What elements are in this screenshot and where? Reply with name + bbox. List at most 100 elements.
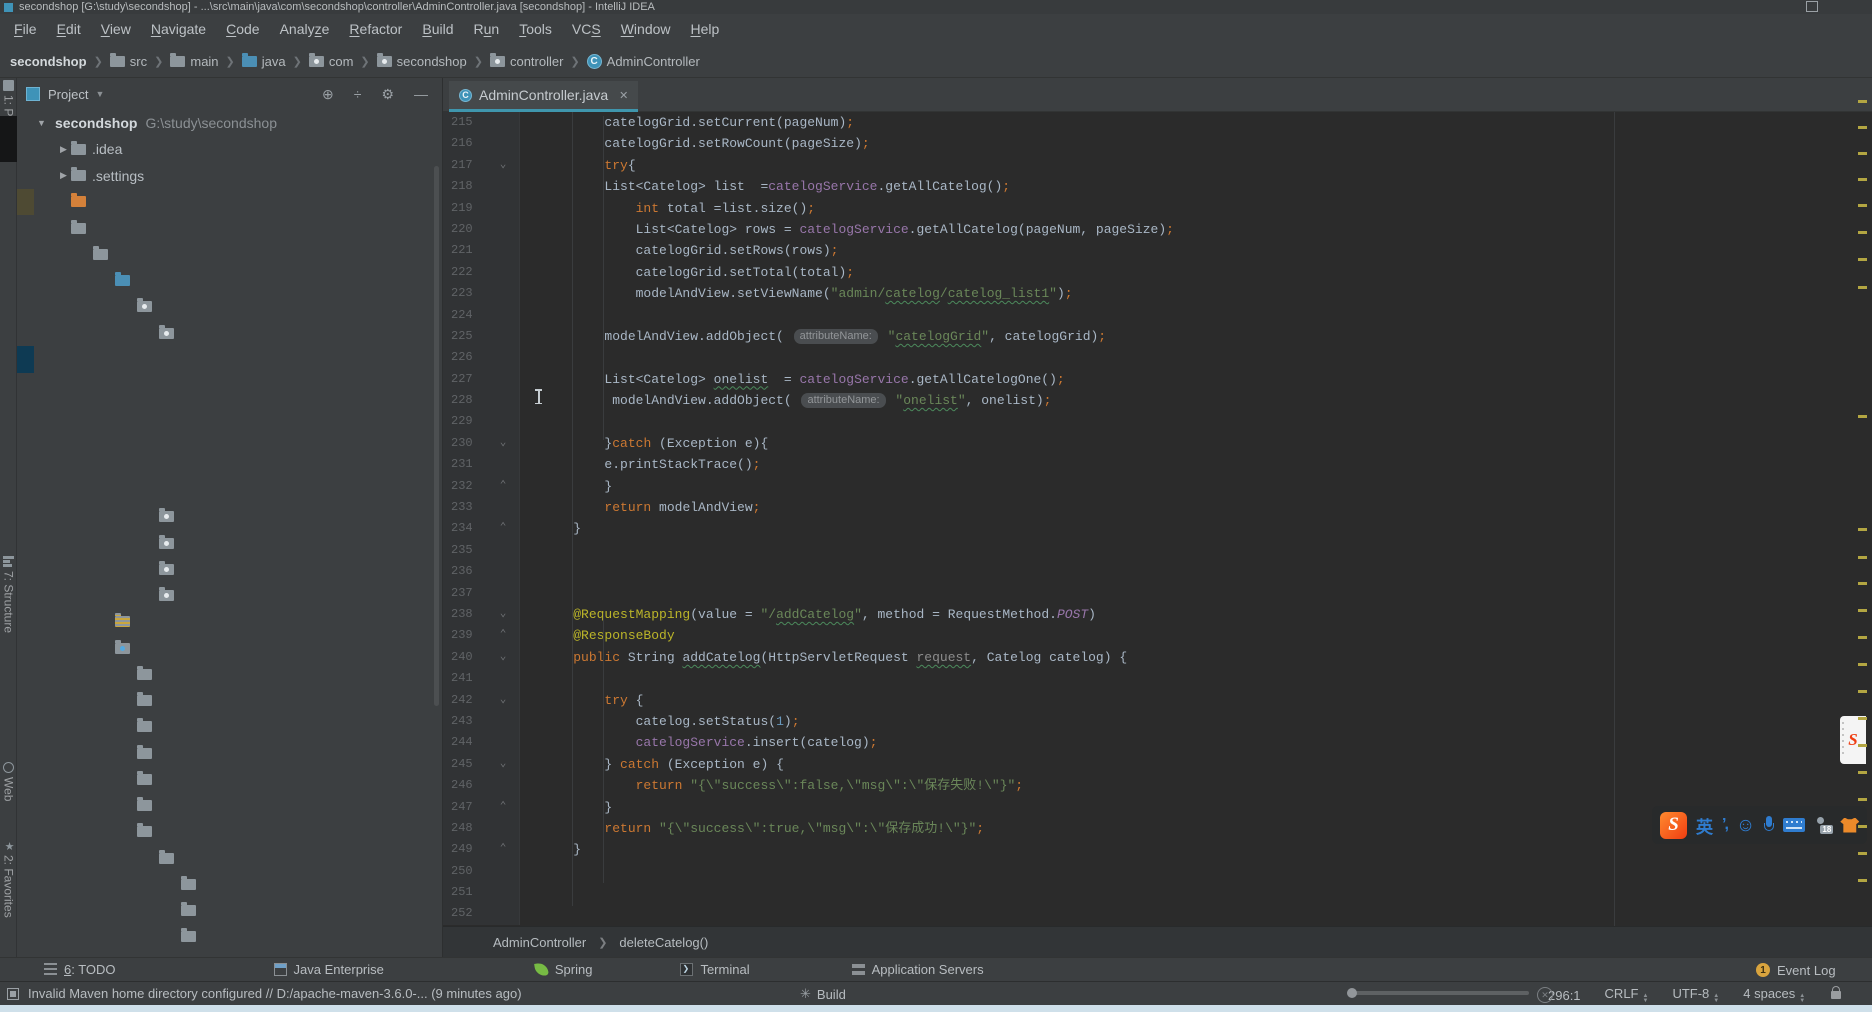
toolwindow-terminal[interactable]: Terminal [680, 962, 749, 977]
tab-admincontroller[interactable]: C AdminController.java ✕ [449, 81, 638, 112]
fold-end-icon[interactable]: ⌃ [487, 476, 519, 497]
cancel-progress-icon[interactable]: ✕ [1537, 987, 1553, 1003]
code-line-226[interactable]: 226 [443, 347, 1872, 368]
breadcrumb-item-java[interactable]: java [242, 54, 286, 69]
status-message[interactable]: Invalid Maven home directory configured … [28, 986, 522, 1001]
build-status[interactable]: ✳ Build [800, 986, 846, 1002]
breadcrumb-class[interactable]: AdminController [493, 935, 586, 950]
breadcrumb-item-com[interactable]: com [309, 54, 354, 69]
menu-code[interactable]: Code [216, 21, 269, 37]
code-line-232[interactable]: 232⌃ } [443, 476, 1872, 497]
code-line-241[interactable]: 241 [443, 668, 1872, 689]
sogou-logo-icon[interactable]: S [1660, 812, 1687, 839]
chevron-down-icon[interactable]: ▼ [34, 118, 49, 128]
code-line-245[interactable]: 245⌄ } catch (Exception e) { [443, 754, 1872, 775]
error-stripe-mark[interactable] [1858, 204, 1867, 207]
code-line-216[interactable]: 216 catelogGrid.setRowCount(pageSize); [443, 133, 1872, 154]
chevron-right-icon[interactable]: ▶ [56, 144, 71, 155]
menu-run[interactable]: Run [464, 21, 510, 37]
tree-item-secondshop[interactable]: ▼secondshopG:\study\secondshop [17, 110, 442, 136]
toolwindow-6-todo[interactable]: 6: TODO [44, 962, 116, 977]
menu-navigate[interactable]: Navigate [141, 21, 216, 37]
error-stripe-mark[interactable] [1858, 231, 1867, 234]
ime-microphone-icon[interactable] [1764, 816, 1774, 834]
code-line-220[interactable]: 220 List<Catelog> rows = catelogService.… [443, 219, 1872, 240]
chevron-right-icon[interactable]: ▶ [56, 170, 71, 181]
ime-language-toggle[interactable]: 英 [1696, 813, 1713, 838]
error-stripe-mark[interactable] [1858, 744, 1867, 747]
code-line-234[interactable]: 234⌃ } [443, 518, 1872, 539]
error-stripe-mark[interactable] [1858, 690, 1867, 693]
breadcrumb-item-src[interactable]: src [110, 54, 147, 69]
fold-expanded-icon[interactable]: ⌄ [487, 690, 519, 711]
event-log-button[interactable]: 1 Event Log [1756, 958, 1836, 982]
code-line-252[interactable]: 252 [443, 903, 1872, 924]
tree-item-.settings[interactable]: ▶.settings [17, 163, 442, 189]
tree-scrollbar[interactable] [434, 166, 439, 706]
breadcrumb-item-secondshop[interactable]: secondshop [10, 54, 87, 69]
code-line-227[interactable]: 227 List<Catelog> onelist = catelogServi… [443, 369, 1872, 390]
toolwindow-java-enterprise[interactable]: Java Enterprise [274, 962, 384, 977]
error-stripe-mark[interactable] [1858, 798, 1867, 801]
breadcrumb-item-AdminController[interactable]: CAdminController [587, 54, 700, 69]
code-line-251[interactable]: 251 [443, 882, 1872, 903]
code-line-237[interactable]: 237 [443, 583, 1872, 604]
settings-gear-icon[interactable]: ⚙ [381, 86, 394, 103]
fold-expanded-icon[interactable]: ⌄ [487, 155, 519, 176]
error-stripe-mark[interactable] [1858, 286, 1867, 289]
fold-end-icon[interactable]: ⌃ [487, 518, 519, 539]
fold-expanded-icon[interactable]: ⌄ [487, 604, 519, 625]
error-stripe-mark[interactable] [1858, 178, 1867, 181]
code-line-240[interactable]: 240⌄ public String addCatelog(HttpServle… [443, 647, 1872, 668]
encoding-select[interactable]: UTF-8▲▼ [1672, 986, 1719, 1004]
menu-view[interactable]: View [91, 21, 141, 37]
ime-keyboard-icon[interactable] [1783, 818, 1805, 832]
code-line-244[interactable]: 244 catelogService.insert(catelog); [443, 732, 1872, 753]
breadcrumb-item-secondshop[interactable]: secondshop [377, 54, 467, 69]
menu-refactor[interactable]: Refactor [339, 21, 412, 37]
code-line-219[interactable]: 219 int total =list.size(); [443, 198, 1872, 219]
indent-select[interactable]: 4 spaces▲▼ [1743, 986, 1805, 1004]
fold-expanded-icon[interactable]: ⌄ [487, 754, 519, 775]
ime-skin-person-icon[interactable] [1814, 817, 1831, 834]
code-line-231[interactable]: 231 e.printStackTrace(); [443, 454, 1872, 475]
code-line-235[interactable]: 235 [443, 540, 1872, 561]
code-line-221[interactable]: 221 catelogGrid.setRows(rows); [443, 240, 1872, 261]
code-line-233[interactable]: 233 return modelAndView; [443, 497, 1872, 518]
code-line-223[interactable]: 223 modelAndView.setViewName("admin/cate… [443, 283, 1872, 304]
code-editor[interactable]: 215 catelogGrid.setCurrent(pageNum);216 … [443, 112, 1872, 926]
error-stripe-mark[interactable] [1858, 609, 1867, 612]
code-line-243[interactable]: 243 catelog.setStatus(1); [443, 711, 1872, 732]
menu-tools[interactable]: Tools [509, 21, 562, 37]
collapse-all-icon[interactable]: ÷ [354, 86, 362, 102]
error-stripe-mark[interactable] [1858, 771, 1867, 774]
menu-window[interactable]: Window [611, 21, 681, 37]
breadcrumb-item-controller[interactable]: controller [490, 54, 563, 69]
error-stripe-mark[interactable] [1858, 126, 1867, 129]
menu-analyze[interactable]: Analyze [270, 21, 340, 37]
ime-shirt-icon[interactable] [1840, 818, 1859, 833]
error-stripe-mark[interactable] [1858, 636, 1867, 639]
code-line-224[interactable]: 224 [443, 305, 1872, 326]
code-line-250[interactable]: 250 [443, 861, 1872, 882]
code-line-217[interactable]: 217⌄ try{ [443, 155, 1872, 176]
error-stripe-mark[interactable] [1858, 852, 1867, 855]
stripe-structure[interactable]: 7: Structure [0, 556, 17, 633]
menu-file[interactable]: File [4, 21, 47, 37]
sogou-mini-widget[interactable]: S [1840, 716, 1866, 764]
error-stripe-mark[interactable] [1858, 717, 1867, 720]
toolwindow-spring[interactable]: Spring [535, 962, 593, 977]
fold-end-icon[interactable]: ⌃ [487, 839, 519, 860]
menu-vcs[interactable]: VCS [562, 21, 611, 37]
code-line-222[interactable]: 222 catelogGrid.setTotal(total); [443, 262, 1872, 283]
code-line-225[interactable]: 225 modelAndView.addObject( attributeNam… [443, 326, 1872, 347]
code-line-218[interactable]: 218 List<Catelog> list =catelogService.g… [443, 176, 1872, 197]
error-stripe-mark[interactable] [1858, 582, 1867, 585]
toolwindow-toggle-icon[interactable] [7, 988, 19, 1000]
lock-icon[interactable] [1831, 991, 1841, 999]
code-line-239[interactable]: 239⌃ @ResponseBody [443, 625, 1872, 646]
stripe-favorites[interactable]: ★2: Favorites [0, 840, 17, 918]
error-stripe-mark[interactable] [1858, 528, 1867, 531]
fold-end-icon[interactable]: ⌃ [487, 797, 519, 818]
breadcrumb-item-main[interactable]: main [170, 54, 218, 69]
